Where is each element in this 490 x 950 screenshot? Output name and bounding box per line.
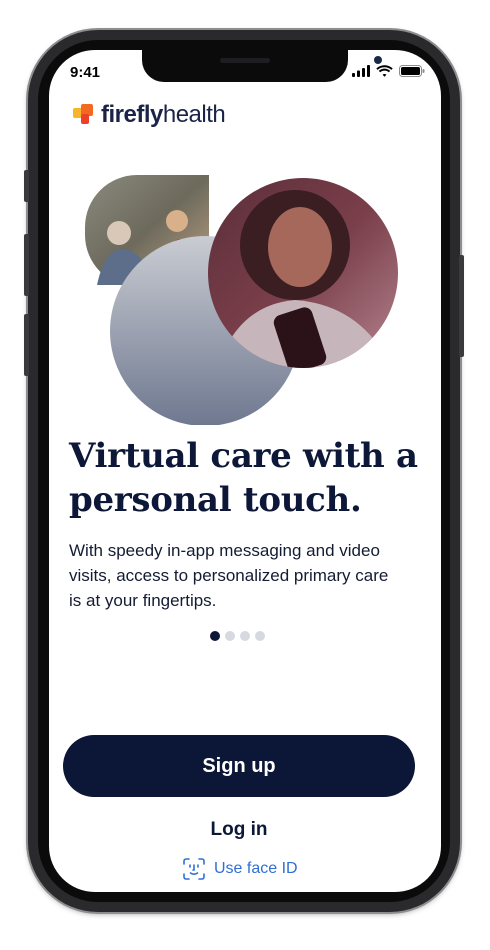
face-id-label: Use face ID xyxy=(214,860,298,877)
page-dot-4[interactable] xyxy=(255,631,265,641)
volume-up-button xyxy=(24,234,29,296)
status-time: 9:41 xyxy=(70,64,101,81)
brand-wordmark: fireflyhealth xyxy=(101,101,226,128)
notch xyxy=(142,50,382,82)
app-screen: 9:41 fireflyhealth Virtual care with a p… xyxy=(49,50,441,892)
mute-switch xyxy=(24,170,29,202)
description-line-3: is at your fingertips. xyxy=(69,591,217,610)
speaker-grill xyxy=(220,58,270,63)
page-dot-3[interactable] xyxy=(240,631,250,641)
firefly-logo-icon xyxy=(73,104,93,124)
power-button xyxy=(459,255,464,357)
page-dot-1[interactable] xyxy=(210,631,220,641)
description-line-2: visits, access to personalized primary c… xyxy=(69,566,389,585)
page-description: With speedy in-app messaging and video v… xyxy=(69,538,419,613)
volume-down-button xyxy=(24,314,29,376)
use-face-id-link[interactable]: Use face ID xyxy=(182,857,298,881)
face-id-icon xyxy=(183,858,205,880)
wifi-icon xyxy=(376,65,393,77)
signal-icon xyxy=(352,65,370,77)
login-link[interactable]: Log in xyxy=(189,815,289,845)
battery-icon xyxy=(399,65,425,77)
hero-photo-collage xyxy=(85,175,398,425)
brand-logo: fireflyhealth xyxy=(73,101,226,129)
description-line-1: With speedy in-app messaging and video xyxy=(69,541,380,560)
page-indicator[interactable] xyxy=(210,631,265,641)
headline-line-1: Virtual care with a xyxy=(69,436,418,476)
front-camera xyxy=(374,56,382,64)
page-headline: Virtual care with a personal touch. xyxy=(69,434,429,522)
headline-line-2: personal touch. xyxy=(69,480,362,520)
status-icons xyxy=(352,65,425,77)
page-dot-2[interactable] xyxy=(225,631,235,641)
signup-button[interactable]: Sign up xyxy=(63,735,415,797)
